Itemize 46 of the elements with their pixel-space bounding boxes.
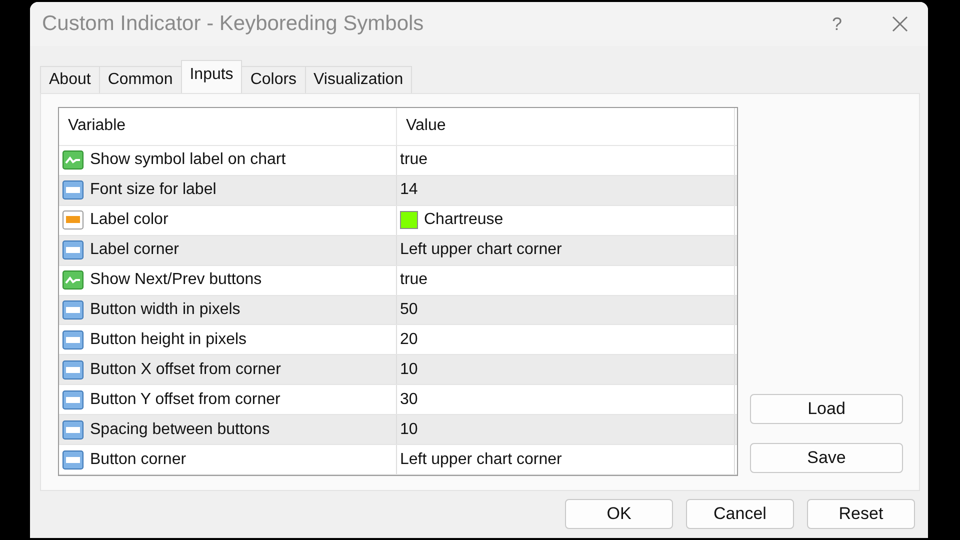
number-icon bbox=[62, 358, 84, 381]
variable-value[interactable]: Left upper chart corner bbox=[400, 241, 562, 260]
variable-value[interactable]: 10 bbox=[400, 420, 418, 439]
help-button[interactable]: ? bbox=[832, 14, 842, 34]
number-icon bbox=[62, 388, 84, 411]
variable-value[interactable]: 20 bbox=[400, 330, 418, 349]
reset-button[interactable]: Reset bbox=[807, 499, 915, 529]
variable-value[interactable]: Left upper chart corner bbox=[400, 450, 562, 469]
variable-name: Button height in pixels bbox=[90, 330, 247, 349]
close-icon[interactable] bbox=[892, 16, 908, 32]
variable-value[interactable]: Chartreuse bbox=[424, 211, 504, 230]
ok-button[interactable]: OK bbox=[565, 499, 673, 529]
color-icon bbox=[62, 209, 84, 232]
number-icon bbox=[62, 418, 84, 441]
variable-name: Spacing between buttons bbox=[90, 420, 270, 439]
variable-name: Show Next/Prev buttons bbox=[90, 271, 262, 290]
variable-name: Font size for label bbox=[90, 181, 216, 200]
load-button[interactable]: Load bbox=[750, 394, 903, 424]
number-icon bbox=[62, 448, 84, 471]
tab[interactable]: Visualization bbox=[304, 66, 412, 93]
tab[interactable]: Inputs bbox=[180, 60, 242, 93]
toggle-icon bbox=[62, 269, 84, 292]
window-title: Custom Indicator - Keyboreding Symbols bbox=[42, 12, 425, 36]
variable-name: Show symbol label on chart bbox=[90, 151, 286, 170]
variable-name: Label color bbox=[90, 211, 168, 230]
variable-value[interactable]: 10 bbox=[400, 360, 418, 379]
variable-value[interactable]: 50 bbox=[400, 300, 418, 319]
variable-value[interactable]: 30 bbox=[400, 390, 418, 409]
column-header: Value bbox=[397, 108, 735, 145]
variable-value[interactable]: true bbox=[400, 271, 428, 290]
number-icon bbox=[62, 179, 84, 202]
variable-value[interactable]: 14 bbox=[400, 181, 418, 200]
column-header: Variable bbox=[59, 108, 397, 145]
variable-name: Button Y offset from corner bbox=[90, 390, 280, 409]
number-icon bbox=[62, 239, 84, 262]
save-button[interactable]: Save bbox=[750, 443, 903, 473]
variable-name: Button X offset from corner bbox=[90, 360, 281, 379]
toggle-icon bbox=[62, 149, 84, 172]
variable-name: Button corner bbox=[90, 450, 186, 469]
variable-name: Button width in pixels bbox=[90, 300, 240, 319]
variable-value[interactable]: true bbox=[400, 151, 428, 170]
number-icon bbox=[62, 328, 84, 351]
variable-name: Label corner bbox=[90, 241, 179, 260]
tab[interactable]: About bbox=[40, 66, 100, 93]
number-icon bbox=[62, 298, 84, 321]
cancel-button[interactable]: Cancel bbox=[686, 499, 794, 529]
